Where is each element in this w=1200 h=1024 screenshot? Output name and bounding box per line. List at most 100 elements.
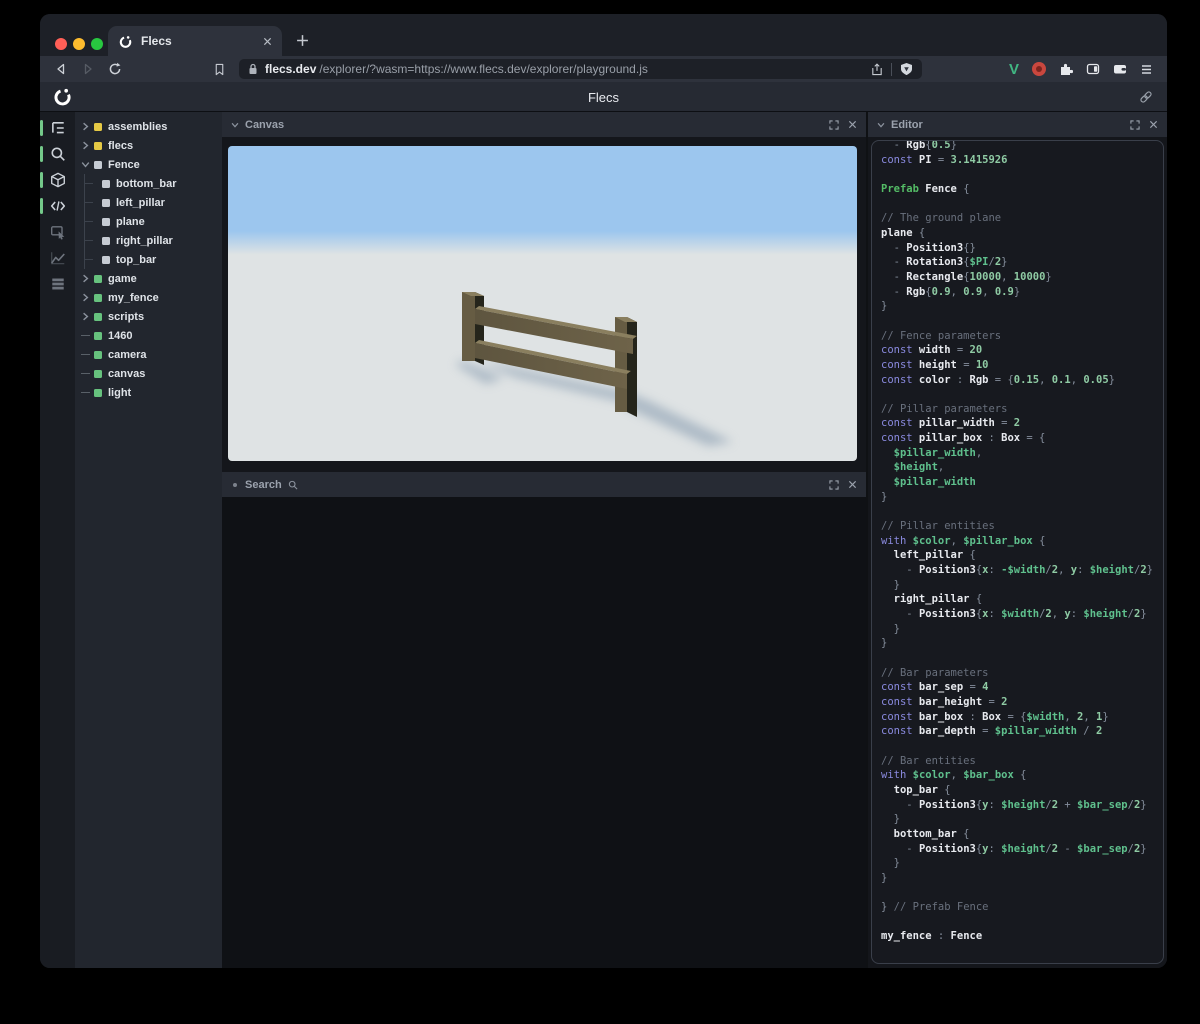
canvas-viewport[interactable] xyxy=(228,146,857,461)
code-line xyxy=(881,387,1163,402)
tree-item-flecs[interactable]: flecs xyxy=(75,136,222,155)
code-line: // Pillar entities xyxy=(881,519,1163,534)
chevron-down-icon[interactable] xyxy=(81,160,90,169)
tree-item-label: left_pillar xyxy=(116,197,165,209)
code-line: - Rgb{0.5} xyxy=(881,140,1163,153)
chevron-right-icon[interactable] xyxy=(81,293,90,302)
tree-item-light[interactable]: light xyxy=(75,383,222,402)
menu-icon[interactable] xyxy=(1140,63,1153,76)
tree-item-camera[interactable]: camera xyxy=(75,345,222,364)
chevron-right-icon[interactable] xyxy=(81,274,90,283)
reload-icon[interactable] xyxy=(108,62,122,76)
entity-square-icon xyxy=(102,180,110,188)
inspect-icon xyxy=(50,224,66,240)
tree-item-scripts[interactable]: scripts xyxy=(75,307,222,326)
tab-close-icon[interactable] xyxy=(263,37,272,46)
search-panel-button[interactable] xyxy=(40,141,75,167)
editor-column: Editor - Rgb{0.5}const PI = 3.1415926 Pr… xyxy=(866,112,1167,968)
code-line: const pillar_width = 2 xyxy=(881,416,1163,431)
close-panel-icon[interactable] xyxy=(848,120,857,129)
fullscreen-icon[interactable] xyxy=(1130,120,1140,130)
icon-rail xyxy=(40,112,75,968)
back-icon[interactable] xyxy=(54,62,68,76)
chevron-down-icon[interactable] xyxy=(231,121,239,129)
tree-item-label: my_fence xyxy=(108,292,159,304)
code-line: // Bar entities xyxy=(881,754,1163,769)
minimize-window-button[interactable] xyxy=(73,38,85,50)
inspect-panel-button[interactable] xyxy=(40,219,75,245)
wallet-icon[interactable] xyxy=(1113,62,1127,76)
browser-window: Flecs flecs.dev /explorer/?wasm=https://… xyxy=(40,14,1167,968)
browser-tab[interactable]: Flecs xyxy=(108,26,282,56)
tree-item-plane[interactable]: plane xyxy=(75,212,222,231)
chevron-right-icon[interactable] xyxy=(81,312,90,321)
code-line: - Position3{x: -$width/2, y: $height/2} xyxy=(881,563,1163,578)
code-line: // Fence parameters xyxy=(881,329,1163,344)
bookmark-icon[interactable] xyxy=(213,63,226,76)
tree-item-bottom_bar[interactable]: bottom_bar xyxy=(75,174,222,193)
code-line: top_bar { xyxy=(881,783,1163,798)
browser-toolbar: flecs.dev /explorer/?wasm=https://www.fl… xyxy=(40,56,1167,82)
code-line: // Pillar parameters xyxy=(881,402,1163,417)
entity-square-icon xyxy=(102,199,110,207)
code-line: const pillar_box : Box = { xyxy=(881,431,1163,446)
code-line: $pillar_width xyxy=(881,475,1163,490)
sky-and-ground xyxy=(228,146,857,461)
tree-item-1460[interactable]: 1460 xyxy=(75,326,222,345)
code-line: } xyxy=(881,812,1163,827)
chevron-right-icon[interactable] xyxy=(81,122,90,131)
panel-bullet-icon[interactable] xyxy=(233,483,237,487)
code-line xyxy=(881,197,1163,212)
code-line: const width = 20 xyxy=(881,343,1163,358)
extensions-puzzle-icon[interactable] xyxy=(1059,62,1073,76)
extensions-group: V xyxy=(1009,62,1153,77)
code-editor[interactable]: - Rgb{0.5}const PI = 3.1415926 Prefab Fe… xyxy=(871,140,1164,964)
adblock-extension-icon[interactable] xyxy=(1032,62,1046,76)
tree-item-left_pillar[interactable]: left_pillar xyxy=(75,193,222,212)
share-link-icon[interactable] xyxy=(1139,90,1153,104)
tree-panel-button[interactable] xyxy=(40,115,75,141)
code-line: // The ground plane xyxy=(881,211,1163,226)
tree-item-game[interactable]: game xyxy=(75,269,222,288)
fullscreen-icon[interactable] xyxy=(829,120,839,130)
chevron-right-icon[interactable] xyxy=(81,141,90,150)
code-line: } xyxy=(881,856,1163,871)
code-line: Prefab Fence { xyxy=(881,182,1163,197)
url-bar[interactable]: flecs.dev /explorer/?wasm=https://www.fl… xyxy=(239,59,922,79)
cube-icon xyxy=(50,172,66,188)
tree-item-right_pillar[interactable]: right_pillar xyxy=(75,231,222,250)
code-line: - Position3{y: $height/2 + $bar_sep/2} xyxy=(881,798,1163,813)
chart-panel-button[interactable] xyxy=(40,245,75,271)
tree-item-Fence[interactable]: Fence xyxy=(75,155,222,174)
close-panel-icon[interactable] xyxy=(1149,120,1158,129)
brave-shield-icon[interactable] xyxy=(900,62,913,76)
cube-panel-button[interactable] xyxy=(40,167,75,193)
fullscreen-icon[interactable] xyxy=(829,480,839,490)
tree-item-top_bar[interactable]: top_bar xyxy=(75,250,222,269)
entity-square-icon xyxy=(94,275,102,283)
code-panel-button[interactable] xyxy=(40,193,75,219)
chevron-down-icon[interactable] xyxy=(877,121,885,129)
entity-square-icon xyxy=(94,332,102,340)
code-line: } // Prefab Fence xyxy=(881,900,1163,915)
vue-extension-icon[interactable]: V xyxy=(1009,62,1019,77)
tree-item-my_fence[interactable]: my_fence xyxy=(75,288,222,307)
tree-item-label: top_bar xyxy=(116,254,156,266)
entity-square-icon xyxy=(102,218,110,226)
tree-item-label: plane xyxy=(116,216,145,228)
rows-panel-button[interactable] xyxy=(40,271,75,297)
zoom-window-button[interactable] xyxy=(91,38,103,50)
search-icon xyxy=(50,146,66,162)
new-tab-icon[interactable] xyxy=(296,34,309,47)
url-domain: flecs.dev xyxy=(265,62,316,76)
tree-item-label: assemblies xyxy=(108,121,167,133)
tree-item-assemblies[interactable]: assemblies xyxy=(75,117,222,136)
entity-square-icon xyxy=(94,351,102,359)
close-panel-icon[interactable] xyxy=(848,480,857,489)
side-panel-icon[interactable] xyxy=(1086,62,1100,76)
code-line: // Bar parameters xyxy=(881,666,1163,681)
close-window-button[interactable] xyxy=(55,38,67,50)
share-icon[interactable] xyxy=(871,63,883,76)
flecs-favicon-icon xyxy=(118,34,133,49)
tree-item-canvas[interactable]: canvas xyxy=(75,364,222,383)
